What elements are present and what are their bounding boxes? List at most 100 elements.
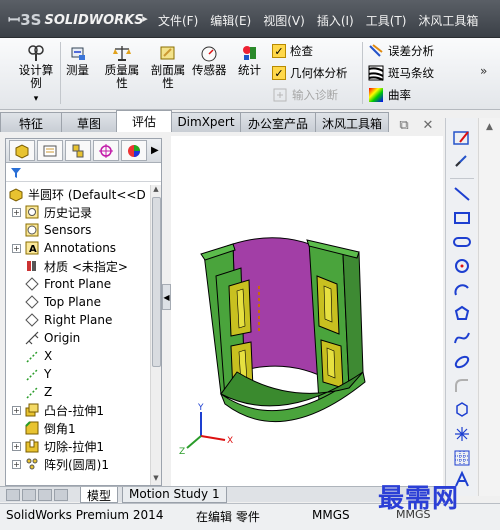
scroll-thumb[interactable] <box>152 197 161 367</box>
menu-tools[interactable]: 工具(T) <box>360 8 413 32</box>
polygon-icon[interactable] <box>452 304 472 324</box>
boss-extrude-icon <box>25 403 39 417</box>
filter-icon[interactable] <box>10 167 22 179</box>
tab-motion-study[interactable]: Motion Study 1 <box>122 487 227 503</box>
property-manager-tab[interactable] <box>37 140 63 161</box>
curvature-button[interactable]: 曲率 <box>368 85 411 105</box>
import-diagnostics-button[interactable]: 输入诊断 <box>272 85 338 105</box>
feature-tree: 半圆环 (Default<<D + 历史记录 Sensors + A Annotations… <box>6 185 150 485</box>
panel-collapse-handle[interactable]: ◀ <box>162 284 171 310</box>
sketch-icon[interactable] <box>452 128 472 148</box>
check-button[interactable]: ✓ 检查 <box>272 41 313 61</box>
star-point-icon[interactable] <box>452 424 472 444</box>
tree-item[interactable]: Front Plane <box>12 275 111 293</box>
first-tab-button[interactable] <box>6 489 20 501</box>
display-manager-tab[interactable] <box>121 140 147 161</box>
section-properties-button[interactable]: 剖面属性 <box>146 44 190 90</box>
scroll-down-icon[interactable]: ▼ <box>151 474 161 485</box>
fillet-icon[interactable] <box>452 376 472 396</box>
tab-features[interactable]: 特征 <box>0 112 62 132</box>
expand-toggle[interactable]: + <box>12 441 21 451</box>
menu-mufeng[interactable]: 沐风工具箱 <box>412 8 484 32</box>
tree-item[interactable]: + A Annotations <box>12 239 116 257</box>
close-icon[interactable]: ✕ <box>420 118 436 134</box>
last-tab-button[interactable] <box>54 489 68 501</box>
solidworks-logo[interactable]: ꟷ3S SOLIDWORKS <box>8 9 144 31</box>
half-ring-model[interactable] <box>200 237 366 423</box>
statistics-button[interactable]: 统计 <box>238 44 261 77</box>
tab-model[interactable]: 模型 <box>80 487 119 503</box>
tree-item[interactable]: Z <box>12 383 52 401</box>
model-viewport[interactable]: Y X Z <box>171 136 443 486</box>
menu-view[interactable]: 视图(V) <box>257 8 311 32</box>
gauge-icon <box>201 46 217 62</box>
expand-toggle[interactable]: + <box>12 459 21 469</box>
tree-item[interactable]: Sensors <box>12 221 91 239</box>
tab-office-products[interactable]: 办公室产品 <box>240 112 316 132</box>
units-label[interactable]: MMGS <box>312 508 350 522</box>
tree-item[interactable]: Top Plane <box>12 293 101 311</box>
zebra-stripes-button[interactable]: 斑马条纹 <box>368 63 434 83</box>
next-tab-button[interactable] <box>38 489 52 501</box>
tab-sketch[interactable]: 草图 <box>61 112 117 132</box>
design-study-button[interactable]: 设计算例 ▾ <box>14 44 58 106</box>
chevron-down-icon[interactable]: ▾ <box>34 93 39 106</box>
tab-dimxpert[interactable]: DimXpert <box>171 112 241 132</box>
menu-file[interactable]: 文件(F) <box>152 8 204 32</box>
chevron-right-icon[interactable]: ▶ <box>151 145 159 156</box>
configuration-icon <box>72 144 84 157</box>
tree-item[interactable]: Y <box>12 365 51 383</box>
dimxpert-manager-tab[interactable] <box>93 140 119 161</box>
menu-edit[interactable]: 编辑(E) <box>204 8 257 32</box>
deviation-analysis-button[interactable]: 误差分析 <box>368 41 434 61</box>
appearance-icon <box>128 144 140 157</box>
tree-item[interactable]: 倒角1 <box>12 419 76 437</box>
graphics-area[interactable]: Y X Z <box>171 136 443 486</box>
expand-toggle[interactable]: + <box>12 243 21 253</box>
circle-icon[interactable] <box>452 256 472 276</box>
scroll-up-icon[interactable]: ▲ <box>151 185 161 196</box>
part-icon <box>9 188 23 202</box>
point-icon[interactable] <box>452 400 472 420</box>
tree-item[interactable]: + 凸台-拉伸1 <box>12 401 104 419</box>
tree-item[interactable]: Right Plane <box>12 311 112 329</box>
sensor-button[interactable]: 传感器 <box>192 44 227 77</box>
chevron-right-icon[interactable]: ▸ <box>138 12 152 28</box>
command-manager: 设计算例 ▾ 测量 质量属性 剖面属性 传感器 统计 ✓ 检查 ✓ 几何体分析 … <box>0 38 500 110</box>
triad-y-label: Y <box>197 403 204 413</box>
scroll-up-icon[interactable]: ▲ <box>486 122 493 132</box>
slot-icon[interactable] <box>452 232 472 252</box>
mass-properties-button[interactable]: 质量属性 <box>100 44 144 90</box>
tree-item[interactable]: + 阵列(圆周)1 <box>12 455 109 473</box>
tab-evaluate[interactable]: 评估 <box>116 110 172 132</box>
spline-icon[interactable] <box>452 328 472 348</box>
smart-dimension-icon[interactable] <box>452 152 472 172</box>
feature-tree-tab[interactable] <box>9 140 35 161</box>
tree-item[interactable]: + 历史记录 <box>12 203 92 221</box>
tree-item[interactable]: Origin <box>12 329 80 347</box>
tree-item[interactable]: X <box>12 347 52 365</box>
rectangle-icon[interactable] <box>452 208 472 228</box>
tree-item[interactable]: 材质 <未指定> <box>12 257 128 275</box>
expand-toggle[interactable]: + <box>12 405 21 415</box>
prev-tab-button[interactable] <box>22 489 36 501</box>
grid-icon[interactable] <box>452 448 472 468</box>
tree-scrollbar[interactable]: ▲ ▼ <box>150 185 161 485</box>
ellipse-icon[interactable] <box>452 352 472 372</box>
tree-item[interactable]: 半圆环 (Default<<D <box>8 185 146 203</box>
arc-icon[interactable] <box>452 280 472 300</box>
expand-toggle[interactable]: + <box>12 207 21 217</box>
tree-item[interactable]: + 切除-拉伸1 <box>12 437 104 455</box>
more-button[interactable]: » <box>480 64 487 78</box>
tree-item-label: Top Plane <box>44 295 101 309</box>
geometry-analysis-button[interactable]: ✓ 几何体分析 <box>272 63 348 83</box>
tree-item-label: 半圆环 (Default<<D <box>28 187 146 202</box>
configuration-manager-tab[interactable] <box>65 140 91 161</box>
line-icon[interactable] <box>452 184 472 204</box>
measure-button[interactable]: 测量 <box>66 44 89 77</box>
restore-icon[interactable]: ⧉ <box>396 118 412 134</box>
tab-mufeng-toolbox[interactable]: 沐风工具箱 <box>315 112 389 132</box>
menu-insert[interactable]: 插入(I) <box>311 8 360 32</box>
tree-item-label: Y <box>44 367 52 381</box>
toolbar-scroll[interactable]: ▲ <box>478 118 500 496</box>
